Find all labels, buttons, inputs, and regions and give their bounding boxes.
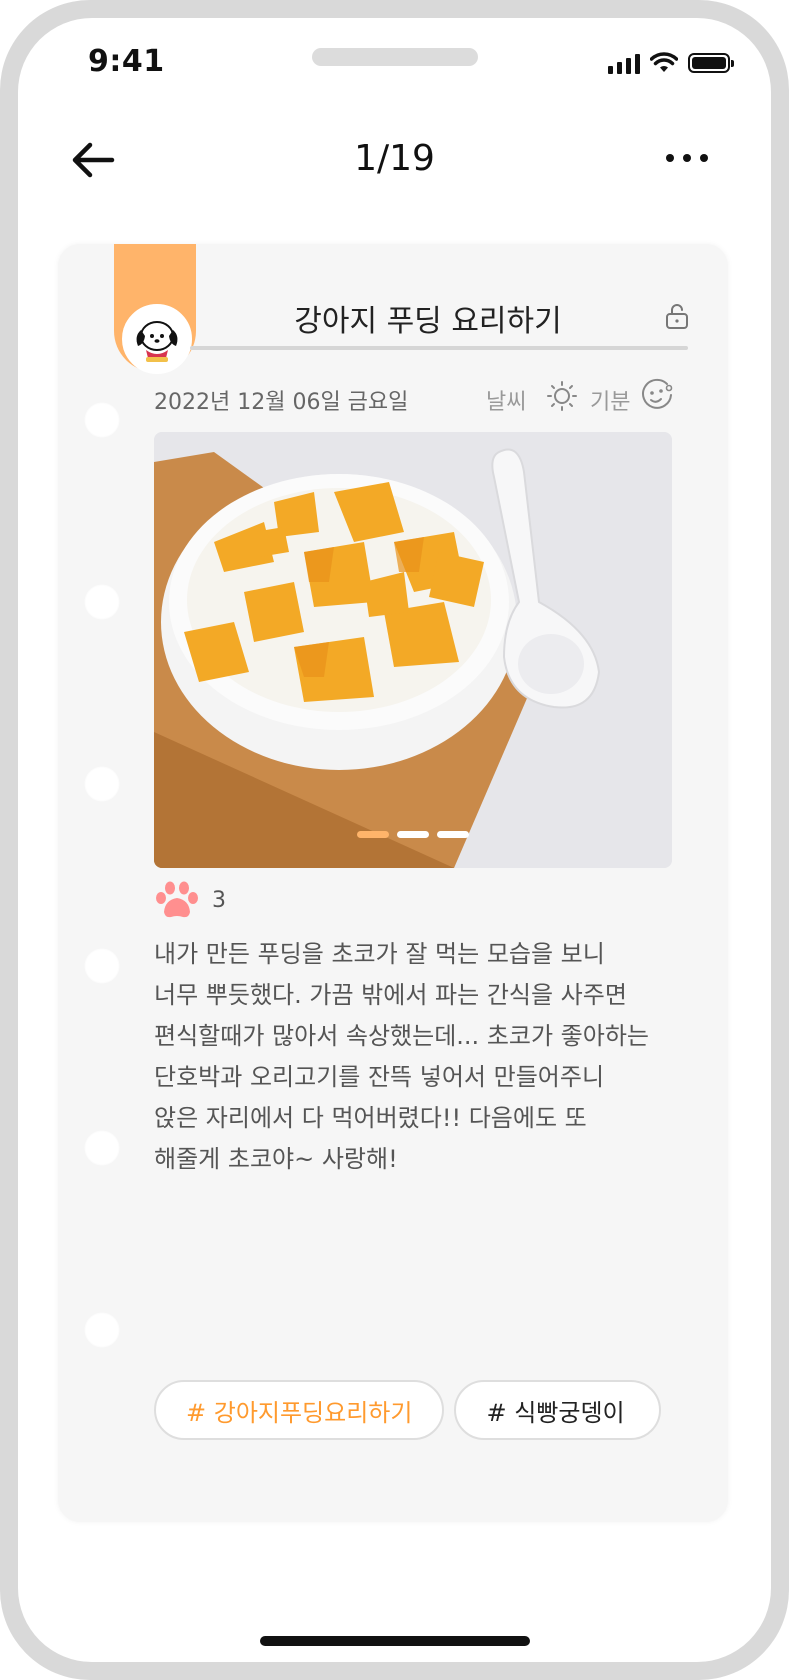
- wifi-icon: [650, 52, 678, 72]
- battery-icon: [688, 53, 734, 73]
- speaker-notch: [312, 48, 478, 66]
- pagination-dot[interactable]: [437, 831, 469, 838]
- diary-card: 강아지 푸딩 요리하기 2022년 12월 06일 금요일 날씨 기분 3 내가…: [58, 244, 728, 1522]
- status-icons: [608, 52, 734, 74]
- page-counter: 1/19: [354, 138, 435, 179]
- top-bar: 1/19: [18, 126, 771, 196]
- home-indicator[interactable]: [260, 1636, 530, 1646]
- like-count: 3: [212, 887, 226, 913]
- diary-date: 2022년 12월 06일 금요일: [154, 390, 409, 415]
- cellular-signal-icon: [608, 52, 640, 74]
- diary-photo[interactable]: [154, 432, 672, 868]
- title-divider: [190, 346, 688, 350]
- status-time: 9:41: [88, 44, 165, 79]
- dog-character-icon: [124, 306, 190, 372]
- tag-list: # 강아지푸딩요리하기 # 식빵궁뎅이: [154, 1380, 734, 1444]
- pagination-dot[interactable]: [397, 831, 429, 838]
- sun-icon: [547, 381, 577, 411]
- tag-chip[interactable]: # 강아지푸딩요리하기: [154, 1380, 445, 1440]
- like-row: 3: [154, 880, 226, 920]
- pagination-dot-active[interactable]: [357, 831, 389, 838]
- diary-body-text: 내가 만든 푸딩을 초코가 잘 먹는 모습을 보니 너무 뿌듯했다. 가끔 밖에…: [154, 940, 650, 1173]
- binder-hole: [84, 584, 120, 620]
- mood-face-icon: [642, 378, 673, 409]
- mood-label: 기분: [590, 390, 631, 415]
- binder-hole: [84, 1130, 120, 1166]
- paw-icon[interactable]: [154, 880, 200, 920]
- lock-icon[interactable]: [664, 302, 690, 330]
- binder-hole: [84, 948, 120, 984]
- phone-frame: 9:41 1/19 강아지 푸딩 요리하기 2022년 12월 06일 금요일 …: [0, 0, 789, 1680]
- weather-label: 날씨: [486, 390, 527, 415]
- dog-avatar[interactable]: [122, 304, 192, 374]
- diary-title: 강아지 푸딩 요리하기: [294, 304, 562, 339]
- screen: 9:41 1/19 강아지 푸딩 요리하기 2022년 12월 06일 금요일 …: [18, 18, 771, 1662]
- binder-hole: [84, 402, 120, 438]
- more-icon[interactable]: [666, 154, 708, 162]
- tag-chip[interactable]: # 식빵궁뎅이: [454, 1380, 661, 1440]
- binder-hole: [84, 1312, 120, 1348]
- binder-hole: [84, 766, 120, 802]
- photo-pagination: [154, 831, 672, 838]
- pumpkin-pudding-image: [154, 432, 672, 868]
